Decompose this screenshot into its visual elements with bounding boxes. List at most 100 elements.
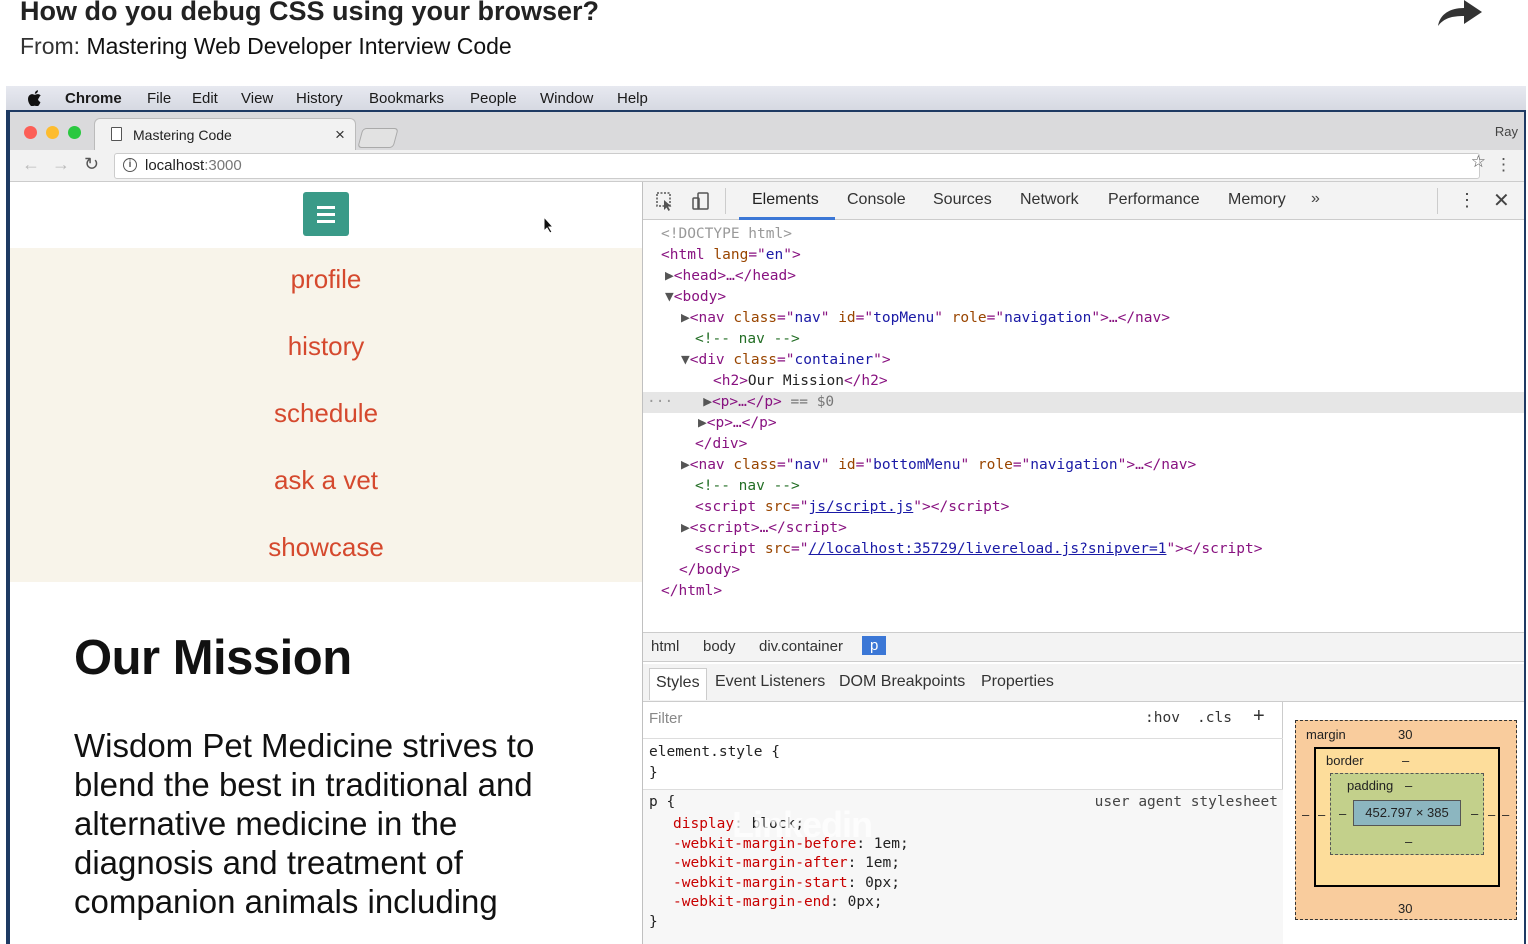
border-top-value[interactable]: –: [1402, 753, 1409, 768]
padding-right-value[interactable]: –: [1471, 806, 1478, 821]
tab-dom-breakpoints[interactable]: DOM Breakpoints: [839, 673, 965, 691]
nav-link-profile[interactable]: profile: [10, 264, 642, 295]
box-model-margin[interactable]: margin 30 – – 30 border – – – padding – …: [1295, 720, 1517, 920]
hov-toggle[interactable]: :hov: [1145, 710, 1180, 726]
address-bar[interactable]: i localhost:3000: [114, 153, 1480, 179]
script-link[interactable]: js/script.js: [809, 499, 914, 515]
margin-top-value[interactable]: 30: [1398, 727, 1412, 742]
dom-line-doctype[interactable]: <!DOCTYPE html>: [643, 224, 1524, 245]
tab-console[interactable]: Console: [847, 191, 906, 209]
dom-line-head[interactable]: ▶<head>…</head>: [643, 266, 1524, 287]
menu-bookmarks[interactable]: Bookmarks: [369, 90, 444, 107]
tab-network[interactable]: Network: [1020, 191, 1079, 209]
more-tabs-icon[interactable]: »: [1311, 190, 1320, 208]
tab-close-icon[interactable]: ×: [335, 125, 345, 145]
dom-line-html-close[interactable]: </html>: [643, 581, 1524, 602]
menu-window[interactable]: Window: [540, 90, 593, 107]
dom-line-script-inline[interactable]: ▶<script>…</script>: [643, 518, 1524, 539]
border-left-value[interactable]: –: [1318, 807, 1325, 822]
dom-line-div-close[interactable]: </div>: [643, 434, 1524, 455]
breadcrumb-body[interactable]: body: [703, 638, 736, 655]
menu-view[interactable]: View: [241, 90, 273, 107]
dom-line-h2[interactable]: <h2>Our Mission</h2>: [643, 371, 1524, 392]
dom-line-p[interactable]: ▶<p>…</p>: [643, 413, 1524, 434]
dom-line-body-close[interactable]: </body>: [643, 560, 1524, 581]
dom-line-livereload[interactable]: <script src="//localhost:35729/livereloa…: [643, 539, 1524, 560]
new-tab-button[interactable]: [357, 128, 399, 148]
dom-line-nav-top[interactable]: ▶<nav class="nav" id="topMenu" role="nav…: [643, 308, 1524, 329]
tab-properties[interactable]: Properties: [981, 673, 1054, 691]
padding-top-value[interactable]: –: [1405, 778, 1412, 793]
document-icon: [111, 127, 122, 141]
menu-help[interactable]: Help: [617, 90, 648, 107]
device-toolbar-icon[interactable]: [691, 191, 711, 211]
box-model-padding[interactable]: padding – – – – 452.797 × 385: [1330, 773, 1484, 855]
dom-line-body[interactable]: ▼<body>: [643, 287, 1524, 308]
css-declaration[interactable]: -webkit-margin-after: 1em;: [673, 855, 900, 871]
menu-people[interactable]: People: [470, 90, 517, 107]
box-model-border[interactable]: border – – – padding – – – – 452.797 × 3…: [1314, 747, 1500, 887]
margin-left-value[interactable]: –: [1302, 807, 1309, 822]
tab-performance[interactable]: Performance: [1108, 191, 1200, 209]
breadcrumb-div-container[interactable]: div.container: [759, 638, 843, 655]
dom-line-comment[interactable]: <!-- nav -->: [643, 329, 1524, 350]
breadcrumb-html[interactable]: html: [651, 638, 679, 655]
browser-tab[interactable]: Mastering Code ×: [94, 118, 356, 150]
tab-memory[interactable]: Memory: [1228, 191, 1286, 209]
info-icon[interactable]: i: [123, 158, 137, 172]
menu-file[interactable]: File: [147, 90, 171, 107]
nav-link-schedule[interactable]: schedule: [10, 398, 642, 429]
hamburger-menu-button[interactable]: [303, 192, 349, 236]
reload-icon[interactable]: ↻: [84, 154, 99, 175]
devtools-menu-icon[interactable]: ⋮: [1458, 190, 1476, 211]
dom-line-nav-bottom[interactable]: ▶<nav class="nav" id="bottomMenu" role="…: [643, 455, 1524, 476]
nav-link-ask-a-vet[interactable]: ask a vet: [10, 465, 642, 496]
minimize-window-button[interactable]: [46, 126, 59, 139]
margin-right-value[interactable]: –: [1502, 807, 1509, 822]
user-agent-stylesheet-label: user agent stylesheet: [1094, 794, 1278, 810]
inspect-element-icon[interactable]: [655, 191, 675, 211]
zoom-window-button[interactable]: [68, 126, 81, 139]
menu-edit[interactable]: Edit: [192, 90, 218, 107]
dom-line-p-selected[interactable]: ··· ▶<p>…</p> == $0: [643, 392, 1524, 413]
from-label: From:: [20, 33, 81, 59]
dom-line-comment-2[interactable]: <!-- nav -->: [643, 476, 1524, 497]
tab-elements[interactable]: Elements: [752, 191, 819, 209]
chrome-menu-icon[interactable]: ⋮: [1495, 155, 1512, 175]
dom-line-script-src[interactable]: <script src="js/script.js"></script>: [643, 497, 1524, 518]
profile-name[interactable]: Ray: [1495, 124, 1518, 139]
cls-toggle[interactable]: .cls: [1197, 710, 1232, 726]
menu-chrome[interactable]: Chrome: [65, 90, 122, 107]
back-icon[interactable]: ←: [22, 154, 40, 175]
p-rule-selector[interactable]: p {: [649, 794, 675, 810]
tab-event-listeners[interactable]: Event Listeners: [715, 673, 825, 691]
padding-bottom-value[interactable]: –: [1405, 834, 1412, 849]
margin-bottom-value[interactable]: 30: [1398, 901, 1412, 916]
share-icon[interactable]: [1432, 0, 1484, 26]
element-style-close: }: [649, 765, 658, 781]
tab-styles[interactable]: Styles: [649, 668, 707, 700]
close-window-button[interactable]: [24, 126, 37, 139]
menu-history[interactable]: History: [296, 90, 343, 107]
breadcrumb-p[interactable]: p: [862, 636, 887, 655]
bookmark-star-icon[interactable]: ☆: [1471, 152, 1486, 172]
element-style-selector[interactable]: element.style {: [649, 744, 780, 760]
breadcrumb: html body div.container p: [643, 632, 1524, 662]
border-right-value[interactable]: –: [1488, 807, 1495, 822]
padding-left-value[interactable]: –: [1339, 806, 1346, 821]
nav-link-history[interactable]: history: [10, 331, 642, 362]
nav-menu: profile history schedule ask a vet showc…: [10, 248, 642, 582]
new-rule-icon[interactable]: +: [1253, 705, 1265, 728]
dom-line-container[interactable]: ▼<div class="container">: [643, 350, 1524, 371]
apple-icon[interactable]: [28, 90, 42, 106]
css-declaration[interactable]: -webkit-margin-start: 0px;: [673, 875, 900, 891]
styles-filter-input[interactable]: Filter: [649, 710, 682, 727]
devtools-close-icon[interactable]: ✕: [1493, 188, 1510, 213]
tab-sources[interactable]: Sources: [933, 191, 992, 209]
box-model-content[interactable]: 452.797 × 385: [1353, 800, 1461, 826]
dom-line-html[interactable]: <html lang="en">: [643, 245, 1524, 266]
nav-link-showcase[interactable]: showcase: [10, 532, 642, 563]
livereload-link[interactable]: //localhost:35729/livereload.js?snipver=…: [809, 541, 1167, 557]
forward-icon[interactable]: →: [52, 154, 70, 175]
css-declaration[interactable]: -webkit-margin-end: 0px;: [673, 894, 883, 910]
